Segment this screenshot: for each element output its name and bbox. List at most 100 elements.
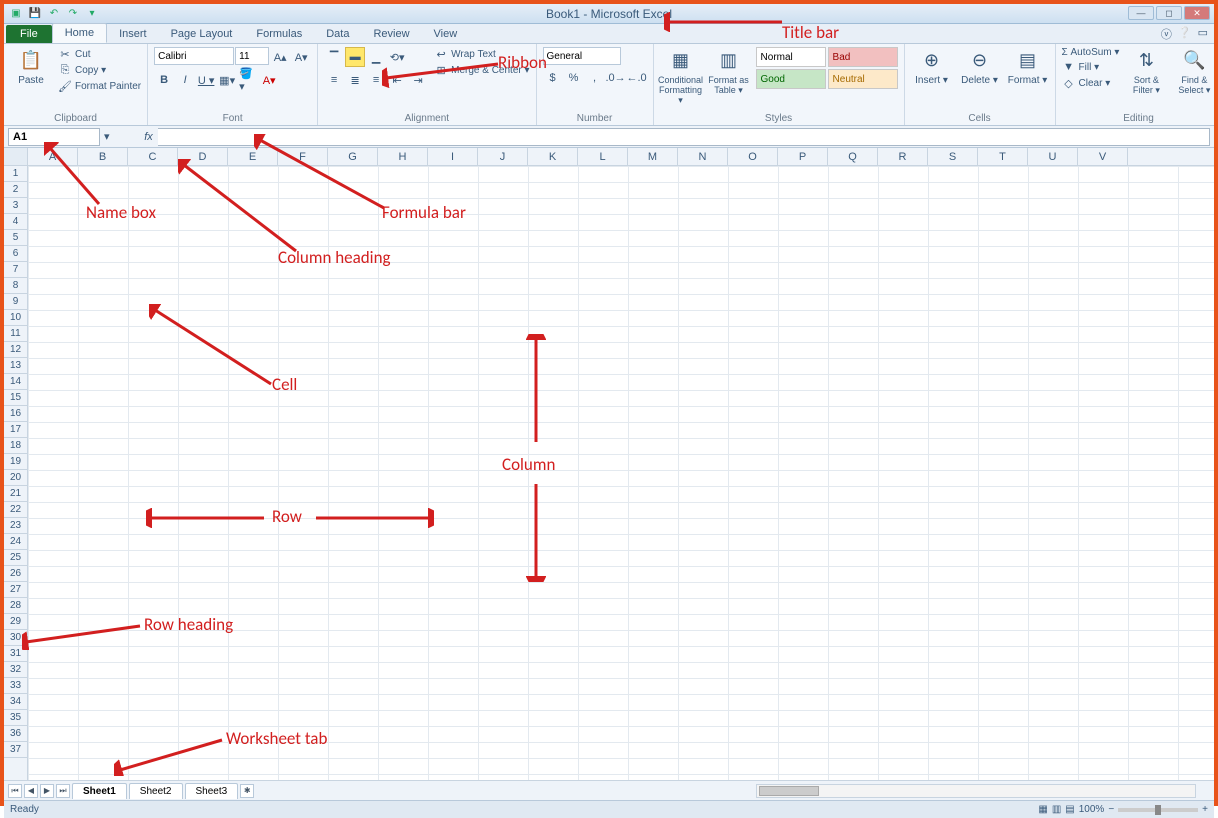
column-header-D[interactable]: D — [178, 148, 228, 165]
font-color-button[interactable]: A▾ — [259, 70, 279, 90]
align-center-button[interactable]: ≣ — [345, 70, 365, 90]
number-format-select[interactable]: General — [543, 47, 621, 65]
increase-indent-button[interactable]: ⇥ — [408, 70, 428, 90]
row-header-8[interactable]: 8 — [4, 278, 27, 294]
row-header-10[interactable]: 10 — [4, 310, 27, 326]
row-header-31[interactable]: 31 — [4, 646, 27, 662]
minimize-ribbon-icon[interactable]: ⓥ — [1161, 26, 1172, 42]
name-box[interactable]: A1 — [8, 128, 100, 146]
row-header-2[interactable]: 2 — [4, 182, 27, 198]
paste-button[interactable]: 📋 Paste — [10, 47, 52, 93]
italic-button[interactable]: I — [175, 70, 195, 90]
align-bottom-button[interactable]: ▁ — [366, 47, 386, 67]
fill-button[interactable]: ▼Fill ▾ — [1062, 60, 1120, 74]
font-size-select[interactable]: 11 — [235, 47, 269, 65]
row-header-6[interactable]: 6 — [4, 246, 27, 262]
row-header-32[interactable]: 32 — [4, 662, 27, 678]
style-normal[interactable]: Normal — [756, 47, 826, 67]
sheet-nav-next[interactable]: ▶ — [40, 784, 54, 798]
tab-data[interactable]: Data — [314, 25, 361, 43]
style-bad[interactable]: Bad — [828, 47, 898, 67]
file-tab[interactable]: File — [6, 25, 52, 43]
copy-button[interactable]: ⎘Copy ▾ — [58, 63, 141, 77]
cut-button[interactable]: ✂Cut — [58, 47, 141, 61]
column-header-K[interactable]: K — [528, 148, 578, 165]
select-all-corner[interactable] — [4, 148, 28, 165]
font-name-select[interactable]: Calibri — [154, 47, 234, 65]
name-box-dropdown-icon[interactable]: ▾ — [104, 130, 110, 143]
sheet-nav-first[interactable]: ⏮ — [8, 784, 22, 798]
style-good[interactable]: Good — [756, 69, 826, 89]
row-header-7[interactable]: 7 — [4, 262, 27, 278]
formula-bar[interactable] — [158, 128, 1210, 146]
row-header-15[interactable]: 15 — [4, 390, 27, 406]
zoom-slider[interactable] — [1118, 808, 1198, 812]
scroll-thumb[interactable] — [759, 786, 819, 796]
conditional-formatting-button[interactable]: ▦Conditional Formatting ▾ — [660, 47, 702, 106]
tab-page-layout[interactable]: Page Layout — [159, 25, 245, 43]
align-middle-button[interactable]: ▬ — [345, 47, 365, 67]
row-header-21[interactable]: 21 — [4, 486, 27, 502]
qat-dropdown-icon[interactable]: ▾ — [84, 6, 100, 22]
undo-icon[interactable]: ↶ — [46, 6, 62, 22]
fill-color-button[interactable]: 🪣▾ — [238, 70, 258, 90]
fx-icon[interactable]: fx — [140, 131, 158, 143]
column-header-V[interactable]: V — [1078, 148, 1128, 165]
column-header-Q[interactable]: Q — [828, 148, 878, 165]
column-header-O[interactable]: O — [728, 148, 778, 165]
comma-button[interactable]: , — [585, 68, 605, 88]
sheet-tab-1[interactable]: Sheet1 — [72, 783, 127, 799]
row-header-30[interactable]: 30 — [4, 630, 27, 646]
tab-view[interactable]: View — [422, 25, 470, 43]
autosum-button[interactable]: Σ AutoSum ▾ — [1062, 47, 1120, 58]
insert-cells-button[interactable]: ⊕Insert ▾ — [911, 47, 953, 86]
row-header-29[interactable]: 29 — [4, 614, 27, 630]
ribbon-options-icon[interactable]: ▭ — [1198, 26, 1208, 42]
maximize-button[interactable]: ◻ — [1156, 6, 1182, 20]
tab-formulas[interactable]: Formulas — [244, 25, 314, 43]
sheet-tab-3[interactable]: Sheet3 — [185, 783, 239, 799]
decrease-decimal-button[interactable]: ←.0 — [627, 68, 647, 88]
row-header-12[interactable]: 12 — [4, 342, 27, 358]
currency-button[interactable]: $ — [543, 68, 563, 88]
row-header-28[interactable]: 28 — [4, 598, 27, 614]
format-painter-button[interactable]: 🖌Format Painter — [58, 79, 141, 93]
column-header-N[interactable]: N — [678, 148, 728, 165]
align-right-button[interactable]: ≡ — [366, 70, 386, 90]
column-header-L[interactable]: L — [578, 148, 628, 165]
format-as-table-button[interactable]: ▥Format as Table ▾ — [708, 47, 750, 106]
percent-button[interactable]: % — [564, 68, 584, 88]
column-header-T[interactable]: T — [978, 148, 1028, 165]
row-header-19[interactable]: 19 — [4, 454, 27, 470]
row-header-13[interactable]: 13 — [4, 358, 27, 374]
column-header-I[interactable]: I — [428, 148, 478, 165]
style-neutral[interactable]: Neutral — [828, 69, 898, 89]
row-header-34[interactable]: 34 — [4, 694, 27, 710]
cell-grid[interactable] — [28, 166, 1214, 780]
row-header-23[interactable]: 23 — [4, 518, 27, 534]
sheet-tab-2[interactable]: Sheet2 — [129, 783, 183, 799]
wrap-text-button[interactable]: ↩Wrap Text — [434, 47, 529, 61]
row-header-20[interactable]: 20 — [4, 470, 27, 486]
column-header-E[interactable]: E — [228, 148, 278, 165]
row-header-9[interactable]: 9 — [4, 294, 27, 310]
row-header-37[interactable]: 37 — [4, 742, 27, 758]
column-header-M[interactable]: M — [628, 148, 678, 165]
row-header-26[interactable]: 26 — [4, 566, 27, 582]
shrink-font-button[interactable]: A▾ — [291, 47, 311, 67]
row-header-4[interactable]: 4 — [4, 214, 27, 230]
close-button[interactable]: ✕ — [1184, 6, 1210, 20]
row-header-33[interactable]: 33 — [4, 678, 27, 694]
grow-font-button[interactable]: A▴ — [270, 47, 290, 67]
row-header-22[interactable]: 22 — [4, 502, 27, 518]
align-top-button[interactable]: ▔ — [324, 47, 344, 67]
row-header-11[interactable]: 11 — [4, 326, 27, 342]
bold-button[interactable]: B — [154, 70, 174, 90]
row-header-25[interactable]: 25 — [4, 550, 27, 566]
clear-button[interactable]: ◇Clear ▾ — [1062, 76, 1120, 90]
row-header-5[interactable]: 5 — [4, 230, 27, 246]
format-cells-button[interactable]: ▤Format ▾ — [1007, 47, 1049, 86]
row-header-27[interactable]: 27 — [4, 582, 27, 598]
row-header-36[interactable]: 36 — [4, 726, 27, 742]
sheet-nav-last[interactable]: ⏭ — [56, 784, 70, 798]
